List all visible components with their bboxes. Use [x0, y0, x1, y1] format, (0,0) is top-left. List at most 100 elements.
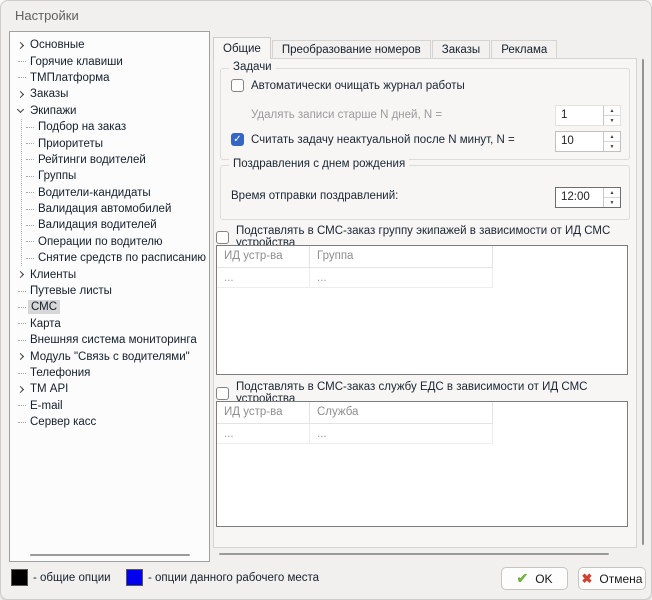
tree-item-reitingi[interactable]: Рейтинги водителей	[22, 152, 209, 168]
tree-item-validacia-avto[interactable]: Валидация автомобилей	[22, 201, 209, 217]
spinner-down-icon[interactable]: ▼	[604, 116, 620, 125]
table-cell[interactable]: ...	[217, 424, 310, 444]
table-cell[interactable]: ...	[217, 268, 310, 288]
tree-connector	[18, 340, 26, 341]
settings-tree: Основные Горячие клавиши ТМПлатформа Зак…	[9, 31, 210, 562]
tree-item-snyatie[interactable]: Снятие средств по расписанию	[22, 250, 209, 266]
table-row[interactable]: ... ...	[217, 268, 627, 288]
tree-horizontal-scrollbar[interactable]	[30, 554, 190, 556]
tree-item-gruppy[interactable]: Группы	[22, 168, 209, 184]
tree-item-podbor[interactable]: Подбор на заказ	[22, 119, 209, 135]
cancel-button[interactable]: ✖ Отмена	[578, 567, 646, 590]
tree-item-label-selected: СМС	[28, 300, 60, 314]
tree-item-prioritety[interactable]: Приоритеты	[22, 135, 209, 151]
tree-item-sms[interactable]: СМС	[10, 299, 209, 315]
chevron-right-icon[interactable]	[17, 271, 24, 278]
spinner-up-icon[interactable]: ▲	[604, 106, 620, 116]
tree-item-osnovnye[interactable]: Основные	[10, 37, 209, 53]
tree-item-kandidaty[interactable]: Водители-кандидаты	[22, 185, 209, 201]
table-cell[interactable]: ...	[310, 424, 493, 444]
tree-item-hotkeys[interactable]: Горячие клавиши	[10, 53, 209, 69]
tab-preobrazovanie-nomerov[interactable]: Преобразование номеров	[272, 40, 431, 59]
tree-item-label: Заказы	[30, 88, 68, 100]
table-header-cell[interactable]: Служба	[310, 402, 493, 424]
content-vertical-scrollbar[interactable]	[642, 59, 644, 545]
tree-item-email[interactable]: E-mail	[10, 398, 209, 414]
spinner-up-icon[interactable]: ▲	[604, 188, 620, 198]
stale-task-spinner[interactable]: 10 ▲▼	[555, 131, 621, 152]
content-horizontal-scrollbar[interactable]	[219, 553, 609, 555]
chevron-right-icon[interactable]	[17, 386, 24, 393]
tree-connector	[26, 127, 34, 128]
tree-item-modul-svyaz[interactable]: Модуль "Связь с водителями"	[10, 348, 209, 364]
auto-clear-checkbox[interactable]	[231, 79, 244, 92]
tree-item-label: Внешняя система мониторинга	[30, 334, 197, 346]
tree-item-label: Путевые листы	[30, 285, 112, 297]
tree-connector	[26, 258, 34, 259]
tree-item-klienty[interactable]: Клиенты	[10, 266, 209, 282]
chevron-right-icon[interactable]	[17, 91, 24, 98]
tree-item-label: Водители-кандидаты	[38, 187, 151, 199]
group-substitution-table[interactable]: ИД устр-ва Группа ... ...	[216, 245, 628, 375]
tree-item-label: Операции по водителю	[38, 236, 163, 248]
spinner-down-icon[interactable]: ▼	[604, 198, 620, 207]
table-cell[interactable]: ...	[310, 268, 493, 288]
delete-older-label: Удалять записи старше N дней, N =	[251, 109, 442, 121]
stale-task-value[interactable]: 10	[556, 132, 603, 151]
tree-connector	[26, 143, 34, 144]
tree-connector	[26, 209, 34, 210]
tab-zakazy[interactable]: Заказы	[432, 40, 490, 59]
window-title: Настройки	[15, 8, 79, 23]
tree-item-tmplatform[interactable]: ТМПлатформа	[10, 70, 209, 86]
tree-item-zakazy[interactable]: Заказы	[10, 86, 209, 102]
tree-item-tm-api[interactable]: ТМ API	[10, 381, 209, 397]
birthday-time-spinner[interactable]: 12:00 ▲▼	[555, 187, 621, 208]
tree-item-label: ТМПлатформа	[30, 72, 110, 84]
tree-item-label: Телефония	[30, 367, 90, 379]
tree-connector	[26, 192, 34, 193]
tree-connector	[26, 159, 34, 160]
tree-item-label: Валидация водителей	[38, 219, 157, 231]
eds-substitution-table[interactable]: ИД устр-ва Служба ... ...	[216, 401, 628, 527]
x-icon: ✖	[582, 571, 593, 587]
black-swatch-icon	[11, 569, 28, 586]
table-header-cell-empty	[493, 402, 583, 424]
ok-button[interactable]: ✔ OK	[501, 567, 568, 590]
tree-item-karta[interactable]: Карта	[10, 316, 209, 332]
table-header-cell-empty	[493, 246, 583, 268]
chevron-right-icon[interactable]	[17, 42, 24, 49]
tree-item-server-kass[interactable]: Сервер касс	[10, 414, 209, 430]
table-header-cell[interactable]: Группа	[310, 246, 493, 268]
chevron-down-icon[interactable]	[17, 106, 24, 113]
tree-item-ekipazhi[interactable]: Экипажи	[10, 103, 209, 119]
chevron-right-icon[interactable]	[17, 353, 24, 360]
tree-item-validacia-vod[interactable]: Валидация водителей	[22, 217, 209, 233]
table-header-cell[interactable]: ИД устр-ва	[217, 246, 310, 268]
spinner-down-icon[interactable]: ▼	[604, 142, 620, 151]
tab-obshchie[interactable]: Общие	[213, 37, 271, 59]
delete-older-value[interactable]: 1	[556, 106, 603, 125]
spinner-up-icon[interactable]: ▲	[604, 132, 620, 142]
tree-item-telefonia[interactable]: Телефония	[10, 365, 209, 381]
tree-item-label: Основные	[30, 39, 85, 51]
birthday-time-value[interactable]: 12:00	[556, 188, 603, 207]
stale-task-checkbox[interactable]: ✓	[231, 133, 244, 146]
blue-swatch-icon	[126, 569, 143, 586]
delete-older-spinner[interactable]: 1 ▲▼	[555, 105, 621, 126]
tree-item-putevye[interactable]: Путевые листы	[10, 283, 209, 299]
table-row[interactable]: ... ...	[217, 424, 627, 444]
tree-connector	[18, 307, 26, 308]
group-substitution-checkbox[interactable]	[216, 231, 229, 244]
tree-item-monitoring[interactable]: Внешняя система мониторинга	[10, 332, 209, 348]
eds-substitution-checkbox[interactable]	[216, 387, 229, 400]
tree-item-label: Клиенты	[30, 269, 76, 281]
tree-item-label: Приоритеты	[38, 138, 103, 150]
birthday-groupbox: Поздравления с днем рождения Время отпра…	[220, 165, 630, 220]
tree-item-label: Карта	[30, 318, 61, 330]
tree-connector	[26, 241, 34, 242]
tree-item-operacii[interactable]: Операции по водителю	[22, 234, 209, 250]
tree-connector	[18, 422, 26, 423]
check-icon: ✔	[516, 570, 528, 587]
table-header-cell[interactable]: ИД устр-ва	[217, 402, 310, 424]
tab-reklama[interactable]: Реклама	[491, 40, 557, 59]
